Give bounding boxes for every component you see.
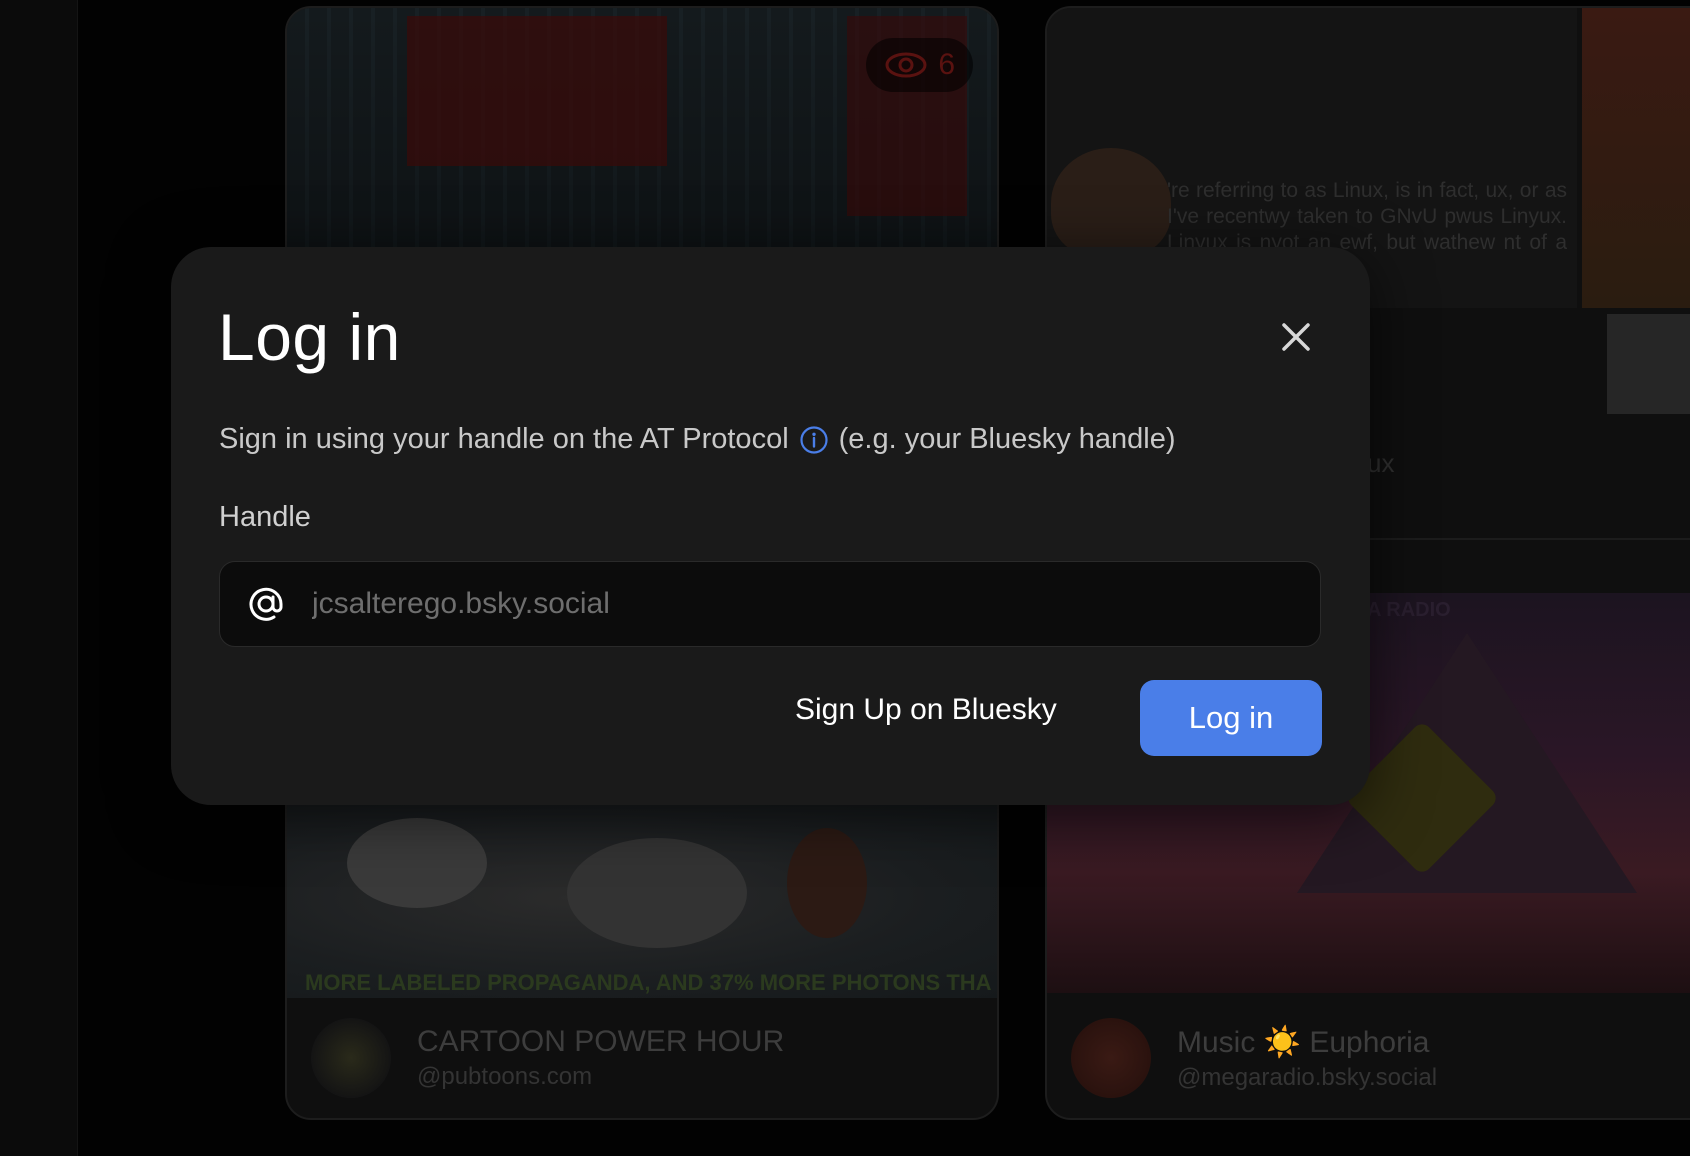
game-thumbnail: [1582, 8, 1690, 308]
eye-icon: [885, 52, 927, 78]
sign-up-button[interactable]: Sign Up on Bluesky: [795, 680, 1057, 740]
close-icon[interactable]: [1276, 317, 1316, 357]
radio-banner: A RADIO: [1367, 599, 1451, 621]
modal-description: Sign in using your handle on the AT Prot…: [219, 423, 1176, 456]
log-in-button[interactable]: Log in: [1140, 680, 1322, 756]
card-footer: Music ☀️ Euphoria @megaradio.bsky.social: [1047, 998, 1690, 1118]
portrait-thumbnail: [1607, 314, 1690, 414]
view-count-badge: 6: [866, 38, 973, 92]
modal-title: Log in: [218, 300, 401, 374]
view-count: 6: [938, 48, 955, 81]
video-thumbnail-bottom: MORE LABELED PROPAGANDA, AND 37% MORE PH…: [287, 798, 997, 998]
card-footer: CARTOON POWER HOUR @pubtoons.com: [287, 998, 997, 1118]
channel-handle: @megaradio.bsky.social: [1177, 1063, 1438, 1091]
handle-field[interactable]: [219, 561, 1321, 647]
channel-handle: @pubtoons.com: [417, 1063, 593, 1090]
video-caption: MORE LABELED PROPAGANDA, AND 37% MORE PH…: [305, 970, 992, 995]
card-label: ux: [1367, 448, 1395, 478]
channel-name: Music ☀️ Euphoria: [1177, 1025, 1430, 1059]
info-icon[interactable]: [799, 425, 829, 455]
handle-input[interactable]: [310, 568, 1320, 640]
at-icon: [249, 587, 283, 621]
avatar: [311, 1018, 391, 1098]
login-modal: Log in Sign in using your handle on the …: [171, 247, 1370, 805]
description-text: Sign in using your handle on the AT Prot…: [219, 423, 789, 455]
hamster-image: [1051, 148, 1171, 258]
avatar: [1071, 1018, 1151, 1098]
channel-name: CARTOON POWER HOUR: [417, 1025, 785, 1058]
sidebar: [0, 0, 78, 1156]
handle-label: Handle: [219, 501, 311, 533]
video-thumbnail-top: 6: [287, 8, 997, 253]
description-example: (e.g. your Bluesky handle): [838, 423, 1176, 455]
